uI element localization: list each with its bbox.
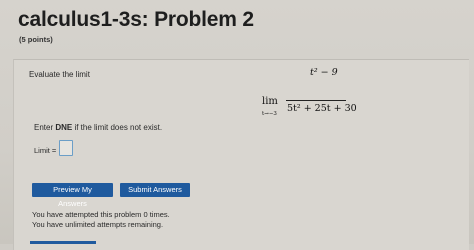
dne-keyword: DNE [55,123,73,132]
dne-instruction: Enter DNE if the limit does not exist. [34,123,162,132]
limit-answer-input[interactable] [59,140,73,156]
preview-answers-button[interactable]: Preview My Answers [32,183,113,208]
problem-title: calculus1-3s: Problem 2 [18,8,254,31]
fraction-numerator: t² − 9 [310,67,338,78]
answer-label: Limit = [34,146,57,155]
limit-expression: lim t→−3 t² − 9 5t² + 25t + 30 [262,65,357,125]
problem-card: Evaluate the limit lim t→−3 t² − 9 5t² +… [13,59,469,250]
remaining-attempts-status: You have unlimited attempts remaining. [32,220,164,229]
submit-answers-button[interactable]: Submit Answers [120,183,190,197]
dne-prefix: Enter [34,123,56,132]
instruction-text: Evaluate the limit [29,70,90,79]
points-label: (5 points) [19,35,53,44]
limit-subscript: t→−3 [262,111,277,117]
limit-operator: lim [262,96,278,107]
attempts-status: You have attempted this problem 0 times. [32,210,170,219]
fraction-bar [286,100,346,101]
problem-page: calculus1-3s: Problem 2 (5 points) Evalu… [0,0,474,250]
dne-suffix: if the limit does not exist. [72,123,163,132]
fraction-denominator: 5t² + 25t + 30 [287,103,357,114]
